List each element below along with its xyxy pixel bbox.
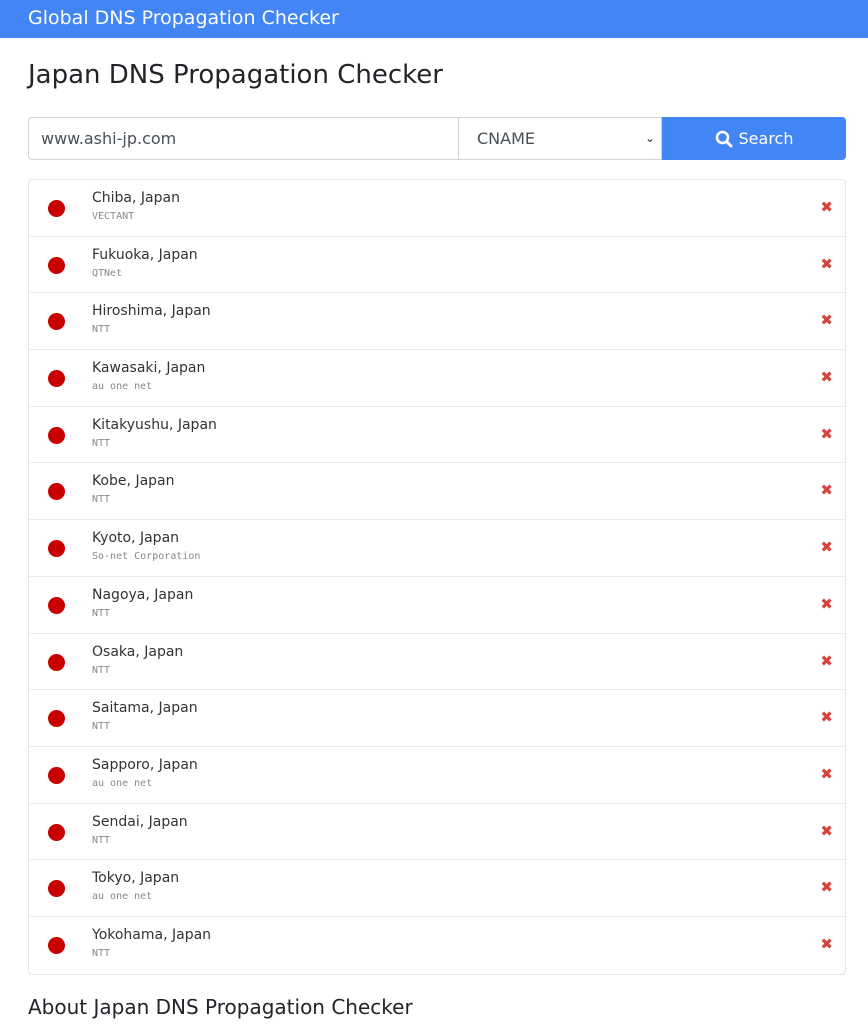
provider-name: NTT bbox=[92, 607, 111, 619]
status-dot-icon bbox=[48, 313, 65, 331]
location-name: Kitakyushu, Japan bbox=[92, 416, 217, 433]
results-list: Chiba, Japan VECTANT ✖ Fukuoka, Japan QTNet ✖… bbox=[28, 179, 846, 975]
status-dot-icon bbox=[48, 653, 65, 671]
list-item: Yokohama, Japan NTT ✖ bbox=[29, 917, 845, 974]
page-title: Japan DNS Propagation Checker bbox=[28, 60, 443, 90]
fail-x-icon: ✖ bbox=[820, 878, 833, 897]
fail-x-icon: ✖ bbox=[820, 708, 833, 727]
fail-x-icon: ✖ bbox=[820, 594, 833, 613]
chevron-down-icon: ⌄ bbox=[644, 131, 655, 145]
status-dot-icon bbox=[48, 766, 65, 784]
search-form: www.ashi-jp.com CNAME ⌄ Search bbox=[28, 117, 846, 160]
record-type-value: CNAME bbox=[477, 129, 535, 148]
list-item: Kawasaki, Japan au one net ✖ bbox=[29, 350, 845, 407]
search-button[interactable]: Search bbox=[662, 117, 846, 160]
provider-name: So-net Corporation bbox=[92, 551, 201, 563]
status-dot-icon bbox=[48, 596, 65, 614]
provider-name: au one net bbox=[92, 777, 153, 789]
list-item: Hiroshima, Japan NTT ✖ bbox=[29, 293, 845, 351]
provider-name: NTT bbox=[92, 721, 111, 733]
fail-x-icon: ✖ bbox=[820, 424, 833, 443]
provider-name: NTT bbox=[92, 494, 111, 506]
provider-name: QTNet bbox=[92, 267, 123, 279]
list-item: Sendai, Japan NTT ✖ bbox=[29, 804, 845, 861]
location-name: Kawasaki, Japan bbox=[92, 360, 206, 377]
location-name: Hiroshima, Japan bbox=[92, 303, 211, 320]
list-item: Nagoya, Japan NTT ✖ bbox=[29, 577, 845, 634]
provider-name: VECTANT bbox=[92, 211, 135, 222]
provider-name: NTT bbox=[92, 834, 111, 846]
status-dot-icon bbox=[48, 880, 65, 898]
location-name: Nagoya, Japan bbox=[92, 586, 194, 603]
list-item: Saitama, Japan NTT ✖ bbox=[29, 690, 845, 747]
location-name: Chiba, Japan bbox=[92, 190, 180, 206]
fail-x-icon: ✖ bbox=[820, 821, 833, 840]
list-item: Chiba, Japan VECTANT ✖ bbox=[29, 180, 845, 237]
list-item: Fukuoka, Japan QTNet ✖ bbox=[29, 237, 845, 294]
location-name: Kyoto, Japan bbox=[92, 530, 180, 547]
list-item: Kobe, Japan NTT ✖ bbox=[29, 463, 845, 521]
location-name: Sendai, Japan bbox=[92, 813, 188, 830]
list-item: Osaka, Japan NTT ✖ bbox=[29, 634, 845, 691]
location-name: Saitama, Japan bbox=[92, 700, 198, 717]
domain-input[interactable]: www.ashi-jp.com bbox=[28, 117, 459, 160]
fail-x-icon: ✖ bbox=[820, 651, 833, 670]
search-icon bbox=[715, 130, 733, 147]
provider-name: au one net bbox=[92, 381, 153, 393]
location-name: Osaka, Japan bbox=[92, 643, 184, 660]
fail-x-icon: ✖ bbox=[820, 764, 833, 783]
provider-name: NTT bbox=[92, 324, 111, 336]
fail-x-icon: ✖ bbox=[820, 538, 833, 557]
provider-name: au one net bbox=[92, 891, 153, 903]
fail-x-icon: ✖ bbox=[820, 368, 833, 387]
location-name: Sapporo, Japan bbox=[92, 756, 198, 773]
record-type-select[interactable]: CNAME ⌄ bbox=[459, 117, 662, 160]
navbar-brand[interactable]: Global DNS Propagation Checker bbox=[28, 7, 339, 29]
navbar: Global DNS Propagation Checker bbox=[0, 0, 868, 38]
location-name: Kobe, Japan bbox=[92, 473, 175, 490]
fail-x-icon: ✖ bbox=[820, 198, 833, 216]
list-item: Tokyo, Japan au one net ✖ bbox=[29, 860, 845, 917]
list-item: Kitakyushu, Japan NTT ✖ bbox=[29, 407, 845, 464]
list-item: Sapporo, Japan au one net ✖ bbox=[29, 747, 845, 804]
provider-name: NTT bbox=[92, 947, 111, 959]
status-dot-icon bbox=[48, 823, 65, 841]
list-item: Kyoto, Japan So-net Corporation ✖ bbox=[29, 520, 845, 577]
status-dot-icon bbox=[48, 256, 65, 274]
fail-x-icon: ✖ bbox=[820, 481, 833, 500]
provider-name: NTT bbox=[92, 664, 111, 676]
location-name: Yokohama, Japan bbox=[92, 926, 212, 943]
fail-x-icon: ✖ bbox=[820, 311, 833, 330]
location-name: Tokyo, Japan bbox=[92, 870, 180, 887]
search-label: Search bbox=[738, 129, 794, 148]
fail-x-icon: ✖ bbox=[820, 254, 833, 273]
status-dot-icon bbox=[48, 710, 65, 728]
location-name: Fukuoka, Japan bbox=[92, 246, 198, 263]
provider-name: NTT bbox=[92, 437, 111, 449]
status-dot-icon bbox=[48, 483, 65, 501]
about-heading: About Japan DNS Propagation Checker bbox=[28, 994, 413, 1019]
status-dot-icon bbox=[48, 426, 65, 444]
status-dot-icon bbox=[48, 200, 65, 217]
fail-x-icon: ✖ bbox=[820, 934, 833, 953]
status-dot-icon bbox=[48, 540, 65, 558]
status-dot-icon bbox=[48, 370, 65, 388]
status-dot-icon bbox=[48, 936, 65, 954]
